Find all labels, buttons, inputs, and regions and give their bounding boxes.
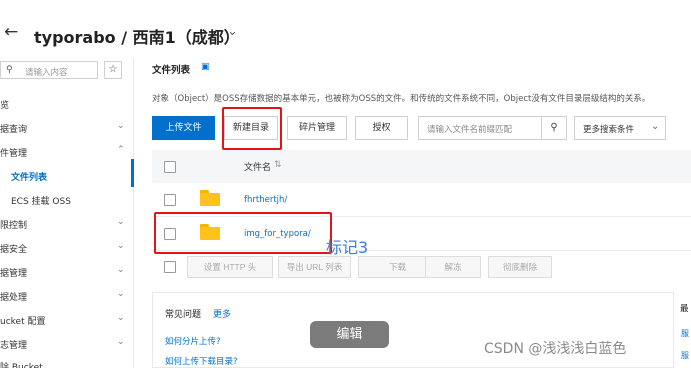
- search-icon[interactable]: ⚲: [541, 116, 567, 140]
- row-checkbox[interactable]: [164, 194, 176, 206]
- sidebar-item-label: 据管理: [0, 269, 28, 279]
- sidebar-item-label: 件管理: [0, 149, 28, 159]
- sidebar-item-access-control[interactable]: 限控制 ⌄: [0, 216, 132, 232]
- fragment-management-button[interactable]: 碎片管理: [287, 116, 347, 140]
- sidebar-search-placeholder: 请输入内容: [25, 68, 68, 78]
- sidebar-item-data-security[interactable]: 据安全 ⌄: [0, 240, 132, 256]
- faq-question-link[interactable]: 如何上传下载目录?: [165, 355, 238, 367]
- bucket-title: typorabo / 西南1（成都）: [34, 28, 240, 47]
- chevron-up-icon: ⌃: [117, 145, 125, 155]
- sidebar-item-ecs-mount[interactable]: ECS 挂载 OSS: [0, 192, 132, 208]
- chevron-down-icon: ⌄: [117, 217, 125, 227]
- more-filters-select[interactable]: 更多搜索条件 ⌄: [574, 116, 666, 140]
- sidebar-item-label: 据安全: [0, 245, 28, 255]
- sidebar-item-label: 志管理: [0, 341, 28, 351]
- sidebar-active-indicator: [131, 159, 134, 187]
- sidebar-item-label: 限控制: [0, 221, 28, 231]
- file-search-placeholder: 请输入文件名前缀匹配: [427, 125, 513, 135]
- bulk-select-checkbox[interactable]: [164, 261, 176, 273]
- sidebar-item-file-management[interactable]: 件管理 ⌃: [0, 144, 132, 160]
- annotation-box-folder-row: [154, 212, 332, 254]
- sidebar-item-file-list[interactable]: 文件列表: [0, 168, 132, 184]
- faq-question-link[interactable]: 如何分片上传?: [165, 335, 221, 347]
- back-arrow-icon[interactable]: ←: [4, 24, 18, 41]
- chevron-down-icon: ⌄: [651, 121, 660, 132]
- right-panel-link[interactable]: 服: [681, 328, 689, 339]
- annotation-box-new-dir: [222, 107, 282, 150]
- chevron-down-icon: ⌄: [117, 313, 125, 323]
- more-filters-label: 更多搜索条件: [583, 125, 635, 135]
- column-filename: 文件名: [244, 163, 272, 173]
- chevron-down-icon: ⌄: [117, 289, 125, 299]
- authorize-button[interactable]: 授权: [355, 116, 408, 140]
- chevron-down-icon: ⌄: [117, 265, 125, 275]
- sidebar-item-log-management[interactable]: 志管理 ⌄: [0, 336, 132, 352]
- file-search-input[interactable]: 请输入文件名前缀匹配: [418, 116, 542, 140]
- sidebar-item-label: 文件列表: [11, 173, 48, 183]
- bulk-actions-bar: 设置 HTTP 头 导出 URL 列表 下载 解冻 彻底删除: [152, 256, 691, 278]
- search-icon: ⚲: [6, 65, 13, 75]
- sidebar-item-data-management[interactable]: 据管理 ⌄: [0, 264, 132, 280]
- sidebar-item-bucket-config[interactable]: ucket 配置 ⌄: [0, 312, 132, 328]
- sidebar-item-data-query[interactable]: 据查询 ⌄: [0, 120, 132, 136]
- chevron-down-icon[interactable]: ⌄: [227, 24, 238, 39]
- right-panel-link[interactable]: 服: [681, 350, 689, 361]
- chevron-down-icon: ⌄: [117, 121, 125, 131]
- edit-chip[interactable]: 编辑: [310, 321, 389, 348]
- sort-icon[interactable]: ⇅: [274, 160, 282, 170]
- sidebar-item-label: 览: [0, 101, 10, 111]
- export-url-button[interactable]: 导出 URL 列表: [278, 256, 351, 278]
- unfreeze-button[interactable]: 解冻: [425, 256, 481, 278]
- chevron-down-icon: ⌄: [117, 241, 125, 251]
- delete-permanently-button[interactable]: 彻底删除: [488, 256, 552, 278]
- page-description: 对象（Object）是OSS存储数据的基本单元，也被称为OSS的文件。和传统的文…: [152, 94, 651, 104]
- watermark: CSDN @浅浅浅白蓝色: [484, 341, 627, 357]
- set-http-header-button[interactable]: 设置 HTTP 头: [187, 256, 273, 278]
- sidebar-item-label: 除 Bucket: [0, 363, 43, 368]
- sidebar-item-overview[interactable]: 览: [0, 96, 132, 112]
- sidebar-item-data-processing[interactable]: 据处理 ⌄: [0, 288, 132, 304]
- sidebar-search-input[interactable]: ⚲ 请输入内容: [0, 61, 98, 79]
- doc-icon[interactable]: ▣: [201, 62, 210, 72]
- sidebar: ⚲ 请输入内容 ☆ 览 据查询 ⌄ 件管理 ⌃ 文件列表 ECS 挂载 OSS …: [0, 58, 134, 368]
- annotation-label: 标记3: [326, 238, 369, 257]
- faq-more-link[interactable]: 更多: [213, 307, 231, 320]
- sidebar-item-label: 据处理: [0, 293, 28, 303]
- file-name-link[interactable]: fhrthertjh/: [244, 195, 287, 205]
- chevron-down-icon: ⌄: [117, 337, 125, 347]
- sidebar-item-label: 据查询: [0, 125, 28, 135]
- sidebar-item-label: ucket 配置: [0, 317, 46, 327]
- star-icon[interactable]: ☆: [104, 61, 122, 79]
- upload-file-button[interactable]: 上传文件: [152, 116, 215, 140]
- page-header: ← typorabo / 西南1（成都） ⌄: [0, 0, 691, 58]
- page-title: 文件列表: [152, 65, 191, 76]
- right-panel-title: 最: [680, 304, 689, 314]
- faq-title: 常见问题: [165, 310, 202, 320]
- table-header: 文件名 ⇅: [152, 150, 691, 183]
- sidebar-item-label: ECS 挂载 OSS: [11, 197, 71, 207]
- sidebar-item-delete-bucket[interactable]: 除 Bucket: [0, 358, 132, 368]
- folder-icon: [200, 190, 220, 206]
- select-all-checkbox[interactable]: [164, 161, 176, 173]
